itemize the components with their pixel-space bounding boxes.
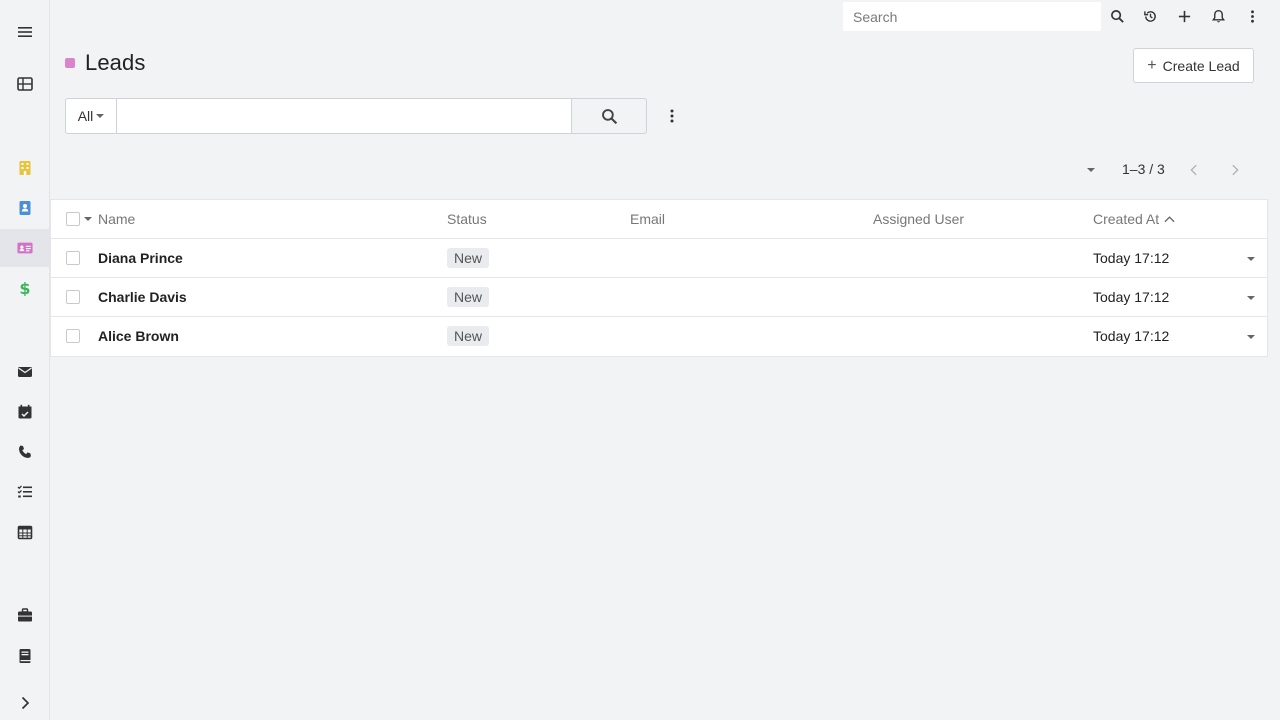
search-icon xyxy=(1110,9,1124,23)
filter-select[interactable]: All xyxy=(65,98,116,134)
filter-selected-value: All xyxy=(77,108,94,124)
book-icon xyxy=(19,649,30,663)
sidebar-item-dashboard[interactable] xyxy=(0,65,49,103)
table-row: Alice Brown New Today 17:12 xyxy=(51,317,1267,356)
kebab-menu-icon xyxy=(670,109,674,123)
row-actions-button[interactable] xyxy=(1245,254,1257,264)
last-viewed-button[interactable] xyxy=(1137,4,1163,28)
sidebar-item-emails[interactable] xyxy=(0,353,49,391)
status-badge: New xyxy=(447,248,490,268)
dollar-icon: $ xyxy=(19,280,30,296)
sidebar-item-knowledge-base[interactable] xyxy=(0,637,49,675)
filter-options-button[interactable] xyxy=(662,104,682,128)
calendar-check-icon xyxy=(18,404,31,419)
search-icon xyxy=(601,108,617,124)
page-title: Leads xyxy=(85,50,146,75)
sidebar-item-contacts[interactable] xyxy=(0,189,49,227)
chevron-right-icon xyxy=(21,696,29,710)
next-page-button[interactable] xyxy=(1225,160,1245,180)
row-actions-button[interactable] xyxy=(1245,332,1257,342)
row-actions-button[interactable] xyxy=(1245,293,1257,303)
page-header: Leads xyxy=(65,50,145,76)
select-all-control[interactable] xyxy=(66,200,92,238)
caret-down-icon xyxy=(96,114,105,118)
leads-color-marker xyxy=(65,58,75,68)
caret-down-icon xyxy=(1087,168,1095,172)
status-badge: New xyxy=(447,326,490,346)
phone-icon xyxy=(18,445,31,458)
table-row: Diana Prince New Today 17:12 xyxy=(51,239,1267,278)
lead-name-link[interactable]: Diana Prince xyxy=(98,250,183,266)
list-search-button[interactable] xyxy=(571,98,647,134)
sidebar-item-accounts[interactable] xyxy=(0,149,49,187)
lead-name-link[interactable]: Charlie Davis xyxy=(98,289,187,305)
menu-icon xyxy=(17,27,32,37)
svg-text:$: $ xyxy=(19,280,30,296)
sidebar-item-calendar[interactable] xyxy=(0,513,49,551)
column-header-assigned-user[interactable]: Assigned User xyxy=(873,200,964,238)
lead-name-link[interactable]: Alice Brown xyxy=(98,328,179,344)
search-filter-bar: All xyxy=(65,98,647,134)
leads-table: Name Status Email Assigned User Created … xyxy=(50,199,1268,357)
status-badge: New xyxy=(447,287,490,307)
grid-icon xyxy=(16,77,33,91)
previous-page-button[interactable] xyxy=(1184,160,1204,180)
caret-down-icon[interactable] xyxy=(84,217,92,221)
global-search-input[interactable] xyxy=(843,2,1101,31)
bell-icon xyxy=(1211,9,1225,22)
column-header-status[interactable]: Status xyxy=(447,200,487,238)
chevron-right-icon xyxy=(1232,164,1239,176)
sidebar-item-leads[interactable] xyxy=(0,229,49,267)
contact-book-icon xyxy=(19,201,30,215)
page-size-dropdown[interactable] xyxy=(1084,164,1098,176)
history-icon xyxy=(1143,10,1156,22)
building-icon xyxy=(19,161,30,175)
sort-ascending-icon xyxy=(1164,216,1175,223)
column-header-name[interactable]: Name xyxy=(98,200,135,238)
user-menu-button[interactable] xyxy=(1239,4,1265,28)
row-checkbox[interactable] xyxy=(66,290,80,304)
select-all-checkbox[interactable] xyxy=(66,212,80,226)
table-row: Charlie Davis New Today 17:12 xyxy=(51,278,1267,317)
pagination-range: 1–3 / 3 xyxy=(1122,161,1165,177)
kebab-menu-icon xyxy=(1250,9,1254,23)
plus-icon: + xyxy=(1147,56,1157,74)
row-checkbox[interactable] xyxy=(66,251,80,265)
lead-created-at: Today 17:12 xyxy=(1093,250,1170,266)
tasks-icon xyxy=(17,485,32,498)
column-header-created-at[interactable]: Created At xyxy=(1093,200,1175,238)
sidebar-item-calls[interactable] xyxy=(0,433,49,471)
quick-create-button[interactable] xyxy=(1171,4,1197,28)
table-header: Name Status Email Assigned User Created … xyxy=(51,200,1267,239)
sidebar-item-opportunities[interactable]: $ xyxy=(0,269,49,307)
create-lead-label: Create Lead xyxy=(1162,57,1240,74)
sidebar-expand-button[interactable] xyxy=(0,684,49,720)
lead-created-at: Today 17:12 xyxy=(1093,289,1170,305)
global-search-button[interactable] xyxy=(1104,4,1130,28)
column-header-email[interactable]: Email xyxy=(630,200,665,238)
id-card-icon xyxy=(16,242,33,254)
notifications-button[interactable] xyxy=(1205,4,1231,28)
list-search-input[interactable] xyxy=(116,98,571,134)
calendar-icon xyxy=(17,525,32,540)
create-lead-button[interactable]: + Create Lead xyxy=(1133,48,1254,83)
sidebar-item-meetings[interactable] xyxy=(0,393,49,431)
column-header-created-at-label: Created At xyxy=(1093,211,1160,227)
sidebar-item-tasks[interactable] xyxy=(0,473,49,511)
caret-down-icon xyxy=(1247,296,1255,300)
row-checkbox[interactable] xyxy=(66,329,80,343)
envelope-icon xyxy=(17,367,32,377)
caret-down-icon xyxy=(1247,335,1255,339)
sidebar-menu-toggle[interactable] xyxy=(0,13,49,51)
sidebar-item-cases[interactable] xyxy=(0,596,49,634)
briefcase-icon xyxy=(17,608,32,622)
plus-icon xyxy=(1178,10,1190,22)
lead-created-at: Today 17:12 xyxy=(1093,328,1170,344)
chevron-left-icon xyxy=(1190,164,1197,176)
sidebar: $ xyxy=(0,0,50,720)
caret-down-icon xyxy=(1247,257,1255,261)
